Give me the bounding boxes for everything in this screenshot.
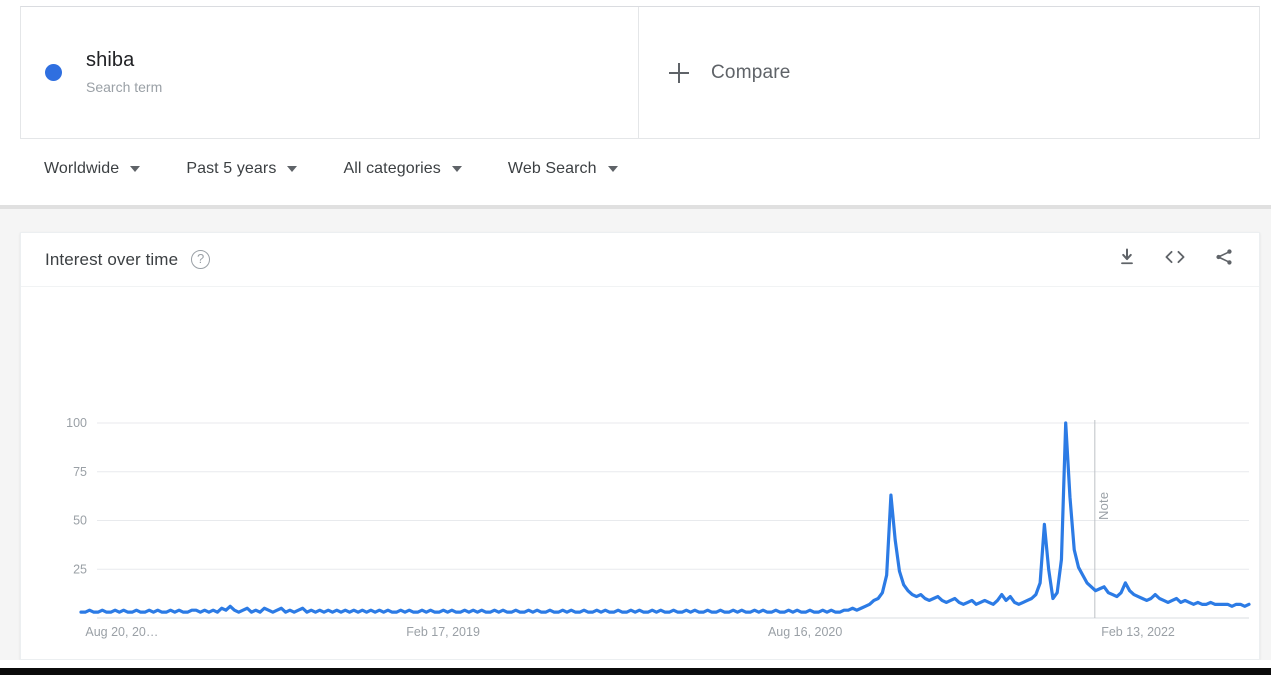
chart-plot-area[interactable]: 25 50 75 100 Aug 20, 20… Feb 17, 2019 Aug 16,… (21, 287, 1259, 659)
search-term-card[interactable]: shiba Search term (21, 7, 639, 138)
y-axis-tick-label: 50 (73, 514, 87, 528)
chevron-down-icon (451, 166, 462, 172)
filter-time-range[interactable]: Past 5 years (186, 160, 298, 178)
chart-gridlines (97, 422, 1249, 619)
note-annotation-label: Note (1095, 491, 1111, 520)
filter-location[interactable]: Worldwide (44, 160, 141, 178)
x-axis-tick-label: Feb 17, 2019 (406, 625, 480, 639)
y-axis-tick-label: 25 (73, 562, 87, 576)
screenshot-border-bottom (0, 668, 1271, 675)
chevron-down-icon (607, 166, 618, 172)
google-trends-page: shiba Search term Compare Worldwide Past… (0, 0, 1271, 675)
x-axis-tick-label: Aug 20, 20… (85, 625, 158, 639)
search-term-row: shiba Search term Compare (20, 6, 1260, 139)
help-icon[interactable]: ? (191, 250, 211, 269)
filter-search-type-label: Web Search (507, 160, 597, 177)
compare-label: Compare (711, 61, 791, 83)
interest-over-time-chart[interactable]: 25 50 75 100 Aug 20, 20… Feb 17, 2019 Aug 16,… (21, 287, 1259, 659)
search-term-texts: shiba Search term (86, 48, 162, 97)
chevron-down-icon (287, 166, 298, 172)
series-color-dot (45, 64, 62, 81)
x-axis-tick-label: Feb 13, 2022 (1101, 625, 1175, 639)
search-term-type: Search term (86, 79, 163, 95)
filter-category-label: All categories (343, 160, 441, 177)
compare-cell: Compare (639, 7, 1259, 138)
filter-bar: Worldwide Past 5 years All categories We… (20, 139, 1260, 199)
chevron-down-icon (130, 166, 141, 172)
series-line-shiba (79, 421, 1251, 614)
filter-location-label: Worldwide (44, 160, 120, 177)
y-axis-tick-label: 75 (73, 465, 87, 479)
chart-y-axis-labels: 25 50 75 100 (66, 416, 87, 576)
x-axis-tick-label: Aug 16, 2020 (768, 625, 842, 639)
card-header: Interest over time ? (21, 233, 1259, 287)
filter-category[interactable]: All categories (343, 160, 462, 178)
download-icon[interactable] (1117, 247, 1137, 272)
add-comparison-button[interactable]: Compare (669, 62, 791, 84)
plus-icon (669, 62, 689, 83)
filter-search-type[interactable]: Web Search (508, 160, 618, 178)
card-actions (1117, 247, 1235, 272)
filter-time-range-label: Past 5 years (186, 160, 277, 177)
card-title: Interest over time (45, 249, 179, 269)
share-icon[interactable] (1213, 247, 1235, 272)
search-term-label: shiba (86, 49, 135, 71)
embed-icon[interactable] (1163, 247, 1187, 272)
section-divider (0, 205, 1271, 209)
y-axis-tick-label: 100 (66, 416, 87, 430)
top-area: shiba Search term Compare Worldwide Past… (0, 0, 1271, 206)
interest-over-time-card: Interest over time ? 25 50 75 100 Aug 20… (20, 232, 1260, 660)
chart-x-axis-labels: Aug 20, 20… Feb 17, 2019 Aug 16, 2020 Feb 1… (85, 625, 1175, 639)
